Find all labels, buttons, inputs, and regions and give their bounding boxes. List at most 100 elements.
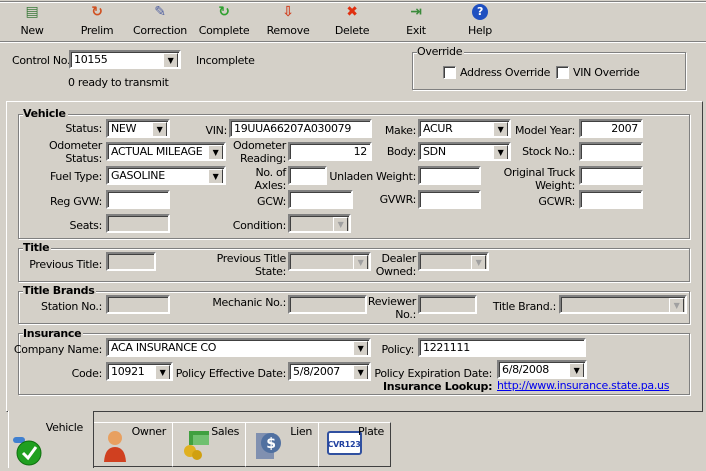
axles-label-line2: Axles: — [254, 179, 287, 192]
prelim-button[interactable]: ↻ Prelim — [67, 4, 127, 37]
unladen-weight-label: Unladen Weight: — [329, 170, 416, 183]
reg-gvw-input[interactable] — [106, 190, 170, 209]
complete-button[interactable]: ↻ Complete — [194, 4, 254, 37]
remove-button[interactable]: ⇩ Remove — [258, 4, 318, 37]
mechanic-no-input[interactable] — [288, 295, 367, 314]
stock-no-label: Stock No.: — [522, 145, 575, 158]
previous-title-input[interactable] — [106, 252, 156, 271]
chevron-down-icon[interactable]: ▼ — [163, 53, 178, 67]
station-no-input[interactable] — [106, 295, 170, 314]
axles-input[interactable] — [288, 166, 327, 185]
odometer-status-select[interactable]: ACTUAL MILEAGE ▼ — [106, 142, 226, 161]
tab-lien[interactable]: $ Lien — [245, 422, 319, 467]
chevron-down-icon[interactable]: ▼ — [155, 365, 170, 379]
axles-label-line1: No. of — [255, 166, 286, 179]
correction-button[interactable]: ✎ Correction — [130, 4, 190, 37]
delete-button[interactable]: ✖ Delete — [322, 4, 382, 37]
plate-icon: CVR123 — [327, 429, 362, 459]
title-brands-group-title: Title Brands — [23, 284, 97, 297]
reviewer-no-input[interactable] — [418, 295, 477, 314]
control-no-label: Control No. — [12, 54, 71, 67]
vehicle-group-title: Vehicle — [23, 107, 68, 120]
fuel-type-label: Fuel Type: — [50, 170, 102, 183]
lien-dollar-icon: $ — [254, 429, 284, 459]
status-select[interactable]: NEW ▼ — [106, 119, 170, 138]
mechanic-no-label: Mechanic No.: — [212, 296, 286, 309]
company-name-value: ACA INSURANCE CO — [111, 341, 217, 354]
sales-money-icon — [181, 429, 211, 460]
chevron-down-icon[interactable]: ▼ — [353, 255, 368, 269]
make-select[interactable]: ACUR ▼ — [418, 119, 511, 138]
reg-gvw-label: Reg GVW: — [50, 195, 102, 208]
policy-effective-date-label: Policy Effective Date: — [175, 367, 287, 380]
odometer-reading-label-line2: Reading: — [240, 152, 286, 165]
address-override-label: Address Override — [460, 66, 551, 79]
original-truck-weight-input[interactable] — [579, 166, 643, 185]
chevron-down-icon[interactable]: ▼ — [353, 341, 368, 355]
fuel-type-value: GASOLINE — [111, 169, 165, 182]
new-button[interactable]: ▤ New — [2, 4, 62, 37]
company-name-select[interactable]: ACA INSURANCE CO ▼ — [106, 338, 371, 357]
chevron-down-icon[interactable]: ▼ — [208, 145, 223, 159]
policy-label: Policy: — [381, 343, 415, 356]
odometer-reading-input[interactable]: 12 — [288, 142, 372, 161]
seats-input[interactable] — [106, 214, 170, 233]
gvwr-input[interactable] — [418, 190, 481, 209]
title-group-title: Title — [23, 241, 52, 254]
chevron-down-icon[interactable]: ▼ — [333, 217, 348, 231]
seats-label: Seats: — [69, 219, 103, 232]
chevron-down-icon[interactable]: ▼ — [353, 365, 368, 379]
owner-person-icon — [102, 429, 132, 462]
axles-label: No. of Axles: — [255, 166, 287, 192]
tab-vehicle[interactable]: Vehicle — [8, 411, 94, 468]
tab-owner[interactable]: Owner — [93, 422, 173, 467]
station-no-label: Station No.: — [41, 300, 102, 313]
address-override-checkbox[interactable] — [443, 66, 456, 79]
gcwr-input[interactable] — [579, 190, 643, 209]
vin-override-checkbox[interactable] — [556, 66, 569, 79]
chevron-down-icon[interactable]: ▼ — [669, 298, 684, 312]
tab-plate[interactable]: CVR123 Plate — [318, 422, 391, 467]
chevron-down-icon[interactable]: ▼ — [152, 122, 167, 136]
status-text: Incomplete — [196, 54, 255, 67]
tab-vehicle-label: Vehicle — [45, 421, 84, 434]
stock-no-input[interactable] — [579, 142, 643, 161]
reviewer-no-label-line1: Reviewer — [367, 295, 416, 308]
fuel-type-select[interactable]: GASOLINE ▼ — [106, 166, 226, 185]
original-truck-weight-label-line1: Original Truck — [503, 166, 576, 179]
body-select[interactable]: SDN ▼ — [418, 142, 511, 161]
tab-sales[interactable]: Sales — [172, 422, 246, 467]
dealer-owned-label: Dealer Owned: — [376, 252, 417, 278]
condition-select[interactable]: ▼ — [288, 214, 351, 233]
gcw-input[interactable] — [288, 190, 353, 209]
previous-title-label: Previous Title: — [29, 258, 102, 271]
model-year-input[interactable]: 2007 — [579, 119, 643, 138]
help-button[interactable]: ? Help — [450, 4, 510, 37]
policy-effective-date-picker[interactable]: 5/8/2007 ▼ — [288, 362, 371, 381]
top-border — [0, 1, 706, 3]
vin-input[interactable]: 19UUA66207A030079 — [229, 119, 372, 138]
policy-input[interactable]: 1221111 — [418, 338, 586, 357]
insurance-lookup-link[interactable]: http://www.insurance.state.pa.us — [497, 379, 669, 392]
exit-button[interactable]: ⇥ Exit — [386, 4, 446, 37]
control-no-combobox[interactable]: 10155 ▼ — [69, 50, 181, 69]
tab-sales-label: Sales — [211, 425, 239, 438]
previous-title-state-select[interactable]: ▼ — [288, 252, 371, 271]
chevron-down-icon[interactable]: ▼ — [569, 363, 584, 377]
chevron-down-icon[interactable]: ▼ — [493, 122, 508, 136]
chevron-down-icon[interactable]: ▼ — [471, 255, 486, 269]
unladen-weight-input[interactable] — [418, 166, 481, 185]
dealer-owned-select[interactable]: ▼ — [418, 252, 489, 271]
reviewer-no-label-line2: No.: — [395, 308, 416, 321]
insurance-lookup-label: Insurance Lookup: — [383, 380, 493, 393]
odometer-status-value: ACTUAL MILEAGE — [111, 145, 203, 158]
policy-expiration-date-picker[interactable]: 6/8/2008 ▼ — [497, 360, 587, 379]
code-select[interactable]: 10921 ▼ — [106, 362, 173, 381]
original-truck-weight-label-line2: Weight: — [535, 179, 575, 192]
title-brand-select[interactable]: ▼ — [559, 295, 687, 314]
odometer-status-label-line1: Odometer — [48, 139, 102, 152]
chevron-down-icon[interactable]: ▼ — [493, 145, 508, 159]
chevron-down-icon[interactable]: ▼ — [208, 169, 223, 183]
original-truck-weight-label: Original Truck Weight: — [503, 166, 576, 192]
dealer-owned-label-line1: Dealer — [381, 252, 416, 265]
